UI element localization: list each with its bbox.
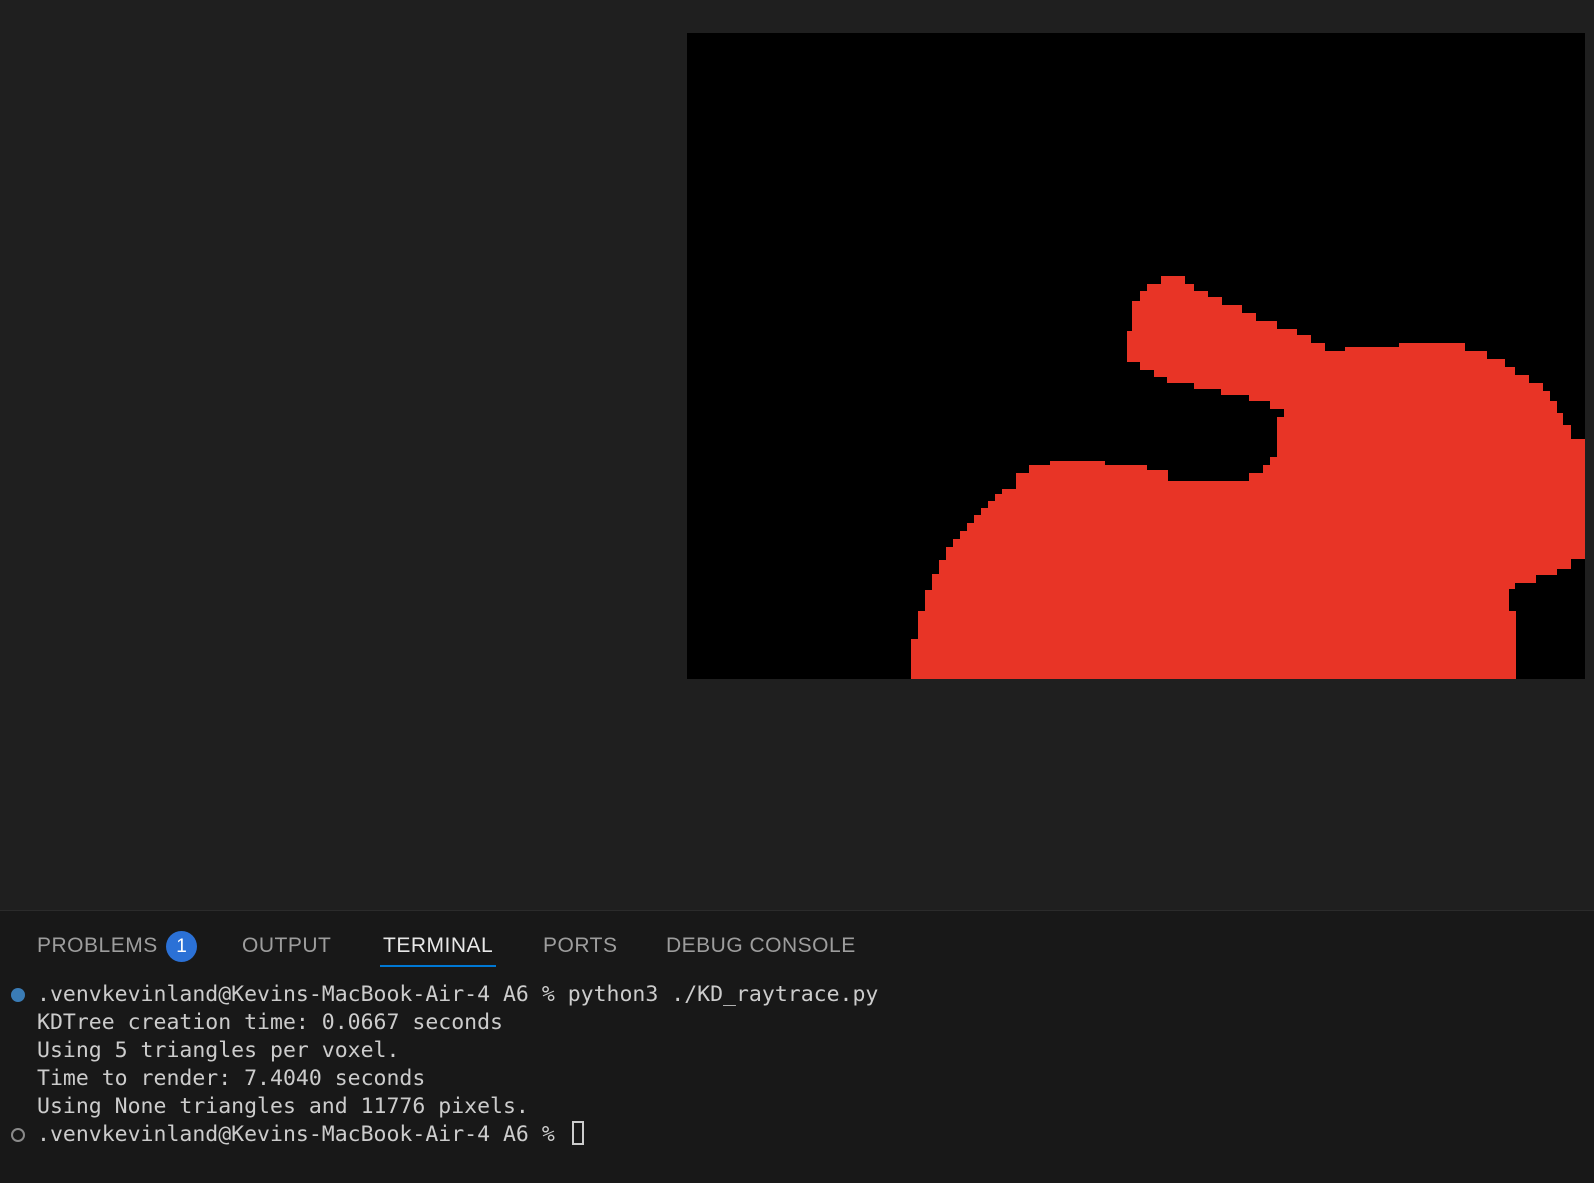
terminal-line: Time to render: 7.4040 seconds [37,1066,426,1091]
tab-terminal[interactable]: TERMINAL [383,933,493,959]
hollow-circle-icon [11,1128,25,1142]
filled-circle-icon [11,988,25,1002]
tab-debug-console[interactable]: DEBUG CONSOLE [666,933,856,959]
terminal-line: Using 5 triangles per voxel. [37,1038,400,1063]
terminal-cursor [571,1121,584,1145]
bottom-panel: PROBLEMS 1 OUTPUT TERMINAL PORTS DEBUG C… [0,910,1594,1183]
panel-tab-bar: PROBLEMS 1 OUTPUT TERMINAL PORTS DEBUG C… [0,911,1594,971]
terminal-prompt-line[interactable]: .venvkevinland@Kevins-MacBook-Air-4 A6 % [37,1121,584,1149]
active-tab-indicator [380,965,496,967]
tab-ports[interactable]: PORTS [543,933,617,959]
problems-count-badge: 1 [166,931,197,962]
rendered-image [687,33,1585,679]
editor-area [0,0,1594,910]
terminal-line: .venvkevinland@Kevins-MacBook-Air-4 A6 %… [37,982,879,1007]
render-output-window [687,33,1585,679]
terminal-prompt: .venvkevinland@Kevins-MacBook-Air-4 A6 % [37,1122,568,1147]
terminal-line: KDTree creation time: 0.0667 seconds [37,1010,503,1035]
tab-problems[interactable]: PROBLEMS [37,933,158,959]
tab-output[interactable]: OUTPUT [242,933,331,959]
terminal-line: Using None triangles and 11776 pixels. [37,1094,529,1119]
